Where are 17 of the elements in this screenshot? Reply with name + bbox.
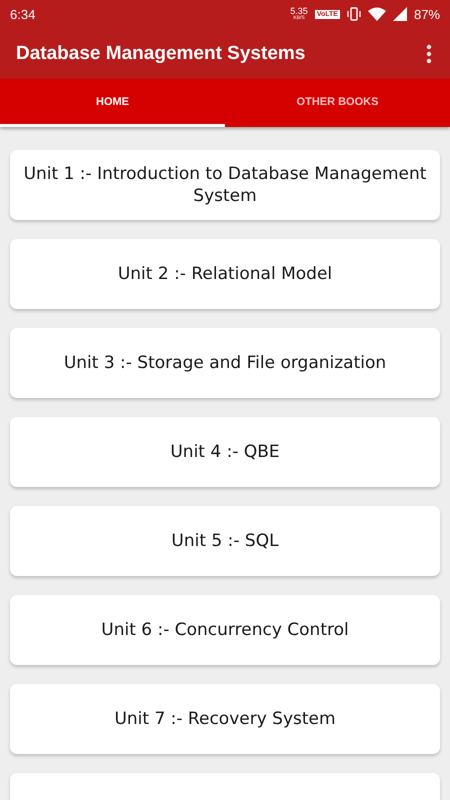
- unit-card[interactable]: Unit 4 :- QBE: [10, 417, 440, 487]
- app-title: Database Management Systems: [16, 42, 306, 64]
- unit-card[interactable]: Unit 1 :- Introduction to Database Management System: [10, 150, 440, 220]
- unit-card[interactable]: Unit 3 :- Storage and File organization: [10, 328, 440, 398]
- unit-card[interactable]: Unit 2 :- Relational Model: [10, 239, 440, 309]
- signal-icon: [392, 7, 407, 21]
- network-speed: 5.35: [290, 7, 308, 16]
- status-time: 6:34: [10, 6, 36, 22]
- wifi-icon: [368, 7, 386, 21]
- tab[interactable]: OTHER BOOKS: [225, 79, 450, 127]
- unit-card[interactable]: Unit 5 :- SQL: [10, 506, 440, 576]
- battery-level: 87%: [414, 6, 440, 22]
- tab[interactable]: HOME: [0, 79, 225, 127]
- vibrate-icon: [346, 7, 361, 21]
- unit-card[interactable]: Unit 7 :- Recovery System: [10, 684, 440, 754]
- more-options-icon[interactable]: [426, 44, 432, 64]
- unit-card[interactable]: Unit 6 :- Concurrency Control: [10, 595, 440, 665]
